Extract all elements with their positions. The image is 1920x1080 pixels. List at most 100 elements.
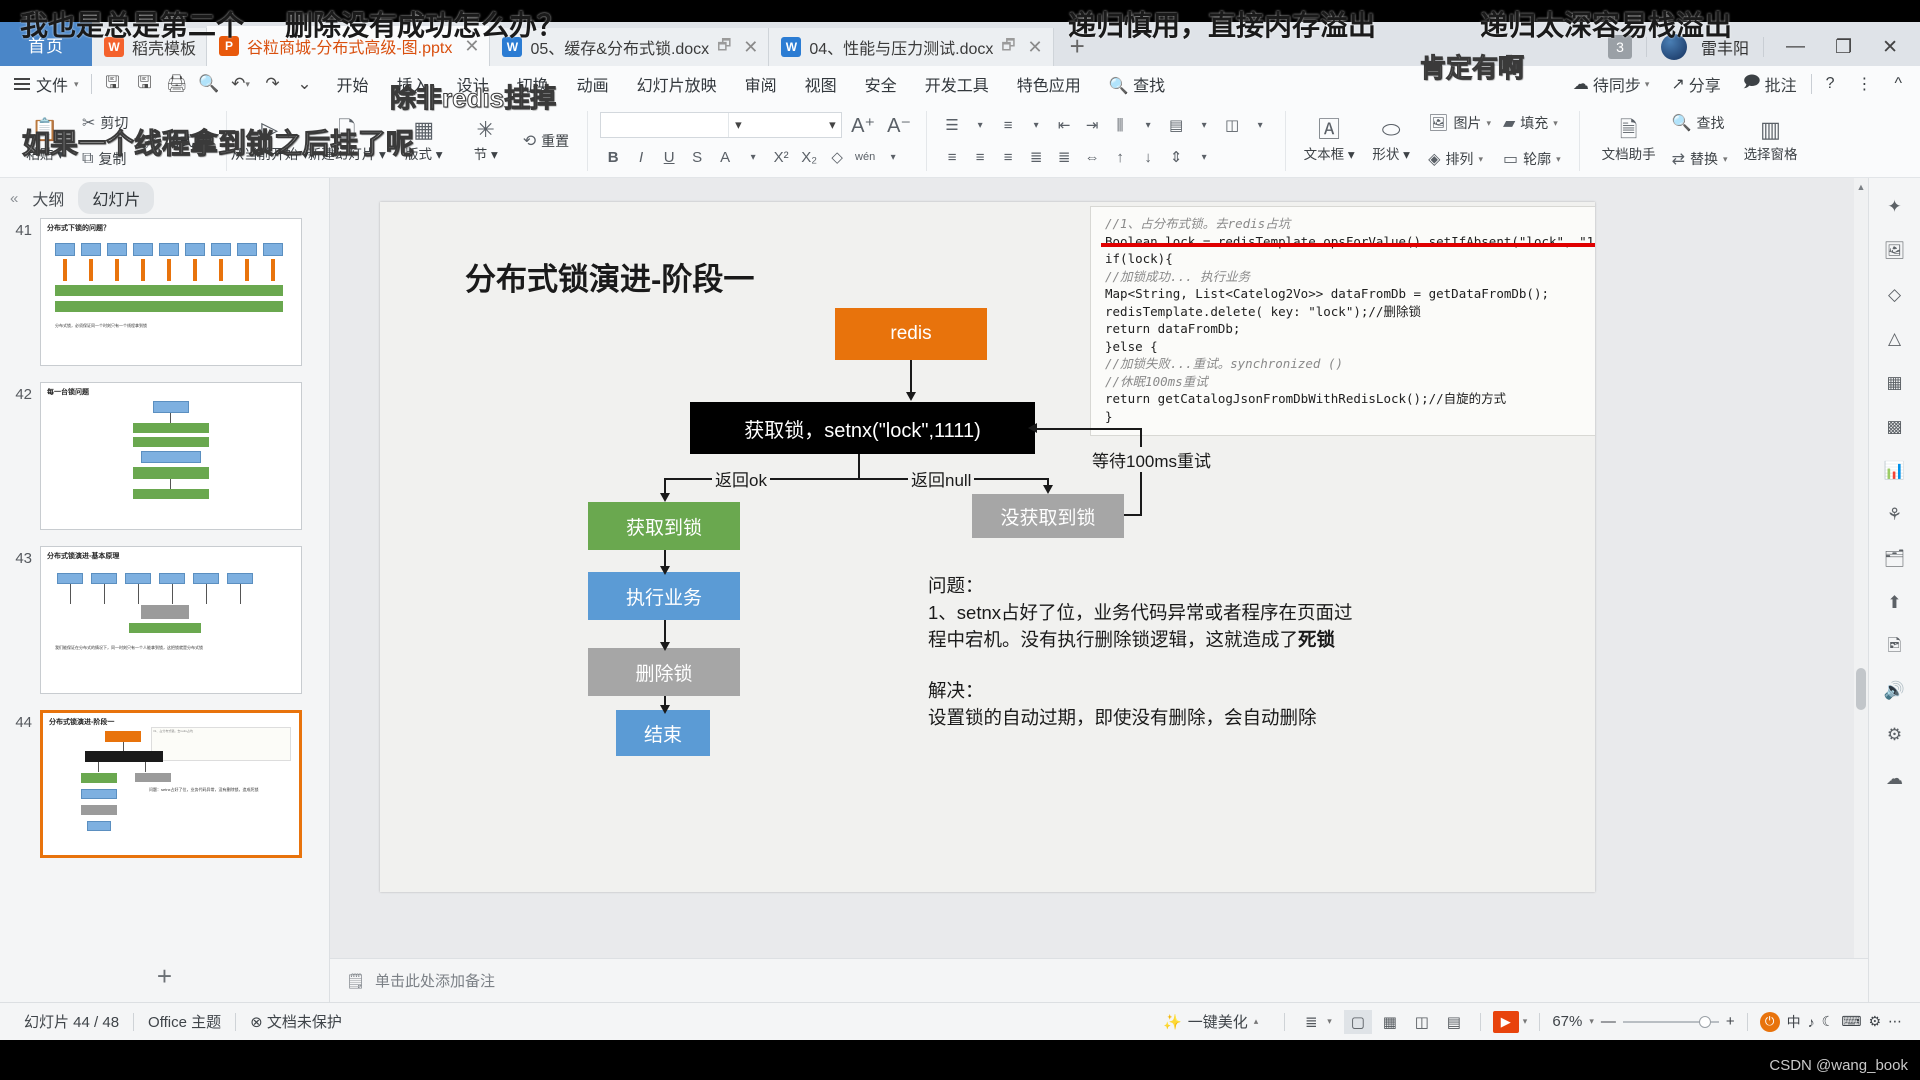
- tab-wps-template[interactable]: W 稻壳模板: [92, 28, 208, 66]
- save-icon[interactable]: 🖫: [98, 71, 128, 97]
- restore-window-icon[interactable]: 🗗: [717, 35, 731, 60]
- increase-font-size-button[interactable]: A⁺: [848, 110, 878, 140]
- chevron-down-icon[interactable]: ▾: [1191, 144, 1217, 170]
- thumbnail-preview[interactable]: 分布式锁演进-阶段一 //1、占分布式锁。去redis占坑 问题：setnx占好…: [40, 710, 302, 858]
- text-box-button[interactable]: 🄰 文本框 ▾: [1298, 105, 1360, 177]
- columns-icon[interactable]: ◫: [1219, 112, 1245, 138]
- shape-button[interactable]: ⬭ 形状 ▾: [1360, 105, 1422, 177]
- highlight-icon[interactable]: ◇: [824, 144, 850, 170]
- paste-button[interactable]: 📋 粘贴 ▾: [14, 105, 76, 177]
- search-menu-button[interactable]: 🔍 查找: [1096, 68, 1178, 100]
- cut-button[interactable]: ✂ 剪切: [76, 106, 134, 140]
- outline-view-button[interactable]: ≣: [1297, 1010, 1325, 1034]
- tab-slideshow[interactable]: 幻灯片放映: [624, 68, 730, 100]
- outline-tab[interactable]: 大纲: [32, 186, 64, 210]
- media-icon[interactable]: 🗂: [1880, 544, 1910, 574]
- settings-icon[interactable]: ⚙: [1868, 1013, 1881, 1030]
- start-slideshow-button[interactable]: ▶: [1492, 1010, 1519, 1033]
- close-button[interactable]: ✕: [1874, 36, 1906, 59]
- add-slide-button[interactable]: +: [0, 961, 329, 992]
- pinyin-button[interactable]: wén: [852, 144, 878, 170]
- zoom-slider-knob[interactable]: [1698, 1015, 1711, 1028]
- notes-view-button[interactable]: ▤: [1440, 1010, 1468, 1034]
- redo-icon[interactable]: ↷: [258, 71, 288, 97]
- bold-button[interactable]: B: [600, 144, 626, 170]
- node-no-lock[interactable]: 没获取到锁: [972, 494, 1124, 538]
- doc-assistant-button[interactable]: 🗎 文档助手: [1592, 105, 1666, 177]
- beautify-button[interactable]: ✨ 一键美化 ▴: [1149, 1011, 1272, 1032]
- picture-button[interactable]: 🖼 图片 ▾: [1422, 106, 1497, 140]
- arrange-button[interactable]: ◈ 排列 ▾: [1422, 142, 1497, 176]
- outline-button[interactable]: ▭ 轮廓 ▾: [1497, 142, 1567, 176]
- node-acquire-lock[interactable]: 获取锁，setnx("lock",1111): [690, 402, 1035, 454]
- audio-icon[interactable]: 🔊: [1880, 676, 1910, 706]
- customize-icon[interactable]: ⌄: [290, 71, 320, 97]
- star-tools-icon[interactable]: ✦: [1880, 192, 1910, 222]
- fill-button[interactable]: ▰ 填充 ▾: [1497, 106, 1567, 140]
- avatar[interactable]: [1661, 34, 1688, 60]
- from-current-slide-button[interactable]: ▷ 从当前开始 ▾: [231, 105, 309, 177]
- code-screenshot[interactable]: //1、占分布式锁。去redis占坑 Boolean lock = redisT…: [1090, 206, 1595, 436]
- share-button[interactable]: ↗ 分享: [1663, 69, 1728, 99]
- align-top-icon[interactable]: ↑: [1107, 144, 1133, 170]
- tab-security[interactable]: 安全: [852, 68, 910, 100]
- font-size-input[interactable]: [747, 113, 823, 137]
- chevron-down-icon[interactable]: ▾: [1327, 1016, 1332, 1027]
- thumbnail-preview[interactable]: 分布式下锁的问题？ 分布式锁，必须保证同一个时刻只有一个线程拿到锁: [40, 218, 302, 366]
- file-menu-button[interactable]: 文件 ▾: [0, 72, 91, 96]
- restore-button[interactable]: ❐: [1827, 36, 1860, 59]
- grid-icon[interactable]: ▩: [1880, 412, 1910, 442]
- underline-button[interactable]: U: [656, 144, 682, 170]
- format-painter-button[interactable]: 🖌 格式刷: [134, 124, 213, 158]
- collapse-ribbon-button[interactable]: ^: [1886, 72, 1910, 96]
- node-redis[interactable]: redis: [835, 308, 987, 360]
- scroll-up-icon[interactable]: ▲: [1855, 180, 1867, 194]
- align-left-icon[interactable]: ≡: [939, 144, 965, 170]
- section-button[interactable]: ✳ 节 ▾: [455, 105, 517, 177]
- chevron-down-icon[interactable]: ▾: [729, 113, 747, 137]
- slide-title[interactable]: 分布式锁演进-阶段一: [465, 254, 754, 299]
- comment-button[interactable]: 🗩 批注: [1735, 68, 1805, 101]
- chevron-down-icon[interactable]: ▾: [823, 113, 841, 137]
- restore-window-icon[interactable]: 🗗: [1001, 35, 1015, 60]
- italic-button[interactable]: I: [628, 144, 654, 170]
- slide-notes-block[interactable]: 问题： 1、setnx占好了位，业务代码异常或者程序在页面过程中宕机。没有执行删…: [928, 572, 1358, 731]
- close-icon[interactable]: ✕: [743, 37, 758, 58]
- moon-icon[interactable]: ☾: [1822, 1013, 1835, 1030]
- tab-start[interactable]: 开始: [324, 68, 382, 100]
- chevron-down-icon[interactable]: ▾: [1589, 1016, 1594, 1027]
- close-icon[interactable]: ✕: [1028, 37, 1043, 58]
- settings-gear-icon[interactable]: ⚙: [1880, 720, 1910, 750]
- find-button[interactable]: 🔍 查找: [1666, 106, 1734, 140]
- triangle-icon[interactable]: △: [1880, 324, 1910, 354]
- save-as-icon[interactable]: 🖫: [130, 71, 160, 97]
- undo-icon[interactable]: ↶ ▾: [226, 71, 256, 97]
- node-delete-lock[interactable]: 删除锁: [588, 648, 740, 696]
- chevron-left-icon[interactable]: «: [10, 190, 18, 207]
- help-button[interactable]: ?: [1818, 72, 1843, 96]
- thumbnail-preview[interactable]: 分布式锁演进-基本原理 我们能保证在分布式的情况下，同一时刻只有一个人能拿到锁，…: [40, 546, 302, 694]
- superscript-button[interactable]: X²: [768, 144, 794, 170]
- copy-button[interactable]: ⧉ 复制: [76, 142, 134, 176]
- print-icon[interactable]: 🖨: [162, 71, 192, 97]
- ime-indicator[interactable]: ⏻ 中 ♪ ☾ ⌨ ⚙ ⋯: [1759, 1011, 1902, 1032]
- align-bottom-icon[interactable]: ↓: [1135, 144, 1161, 170]
- notes-pane[interactable]: 🗒 单击此处添加备注: [330, 958, 1868, 1002]
- align-right-icon[interactable]: ≡: [995, 144, 1021, 170]
- more-icon[interactable]: ⋯: [1888, 1013, 1902, 1030]
- text-fit-icon[interactable]: ⇔: [1079, 144, 1105, 170]
- image-tools-icon[interactable]: 🖻: [1880, 632, 1910, 662]
- slide-canvas-area[interactable]: 分布式锁演进-阶段一 //1、占分布式锁。去redis占坑 Boolean lo…: [330, 178, 1920, 1002]
- normal-view-button[interactable]: ▢: [1343, 1009, 1372, 1034]
- node-got-lock[interactable]: 获取到锁: [588, 502, 740, 550]
- theme-label[interactable]: Office 主题: [134, 1011, 235, 1032]
- tab-transition[interactable]: 切换: [504, 68, 562, 100]
- tab-docx-cache-lock[interactable]: W 05、缓存&分布式锁.docx 🗗 ✕: [490, 28, 770, 66]
- chevron-down-icon[interactable]: ▾: [967, 112, 993, 138]
- tab-animation[interactable]: 动画: [564, 68, 622, 100]
- new-tab-button[interactable]: +: [1054, 31, 1101, 66]
- smartart-icon[interactable]: ⚘: [1880, 500, 1910, 530]
- decrease-font-size-button[interactable]: A⁻: [884, 110, 914, 140]
- chart-icon[interactable]: 📊: [1880, 456, 1910, 486]
- strikethrough-button[interactable]: S: [684, 144, 710, 170]
